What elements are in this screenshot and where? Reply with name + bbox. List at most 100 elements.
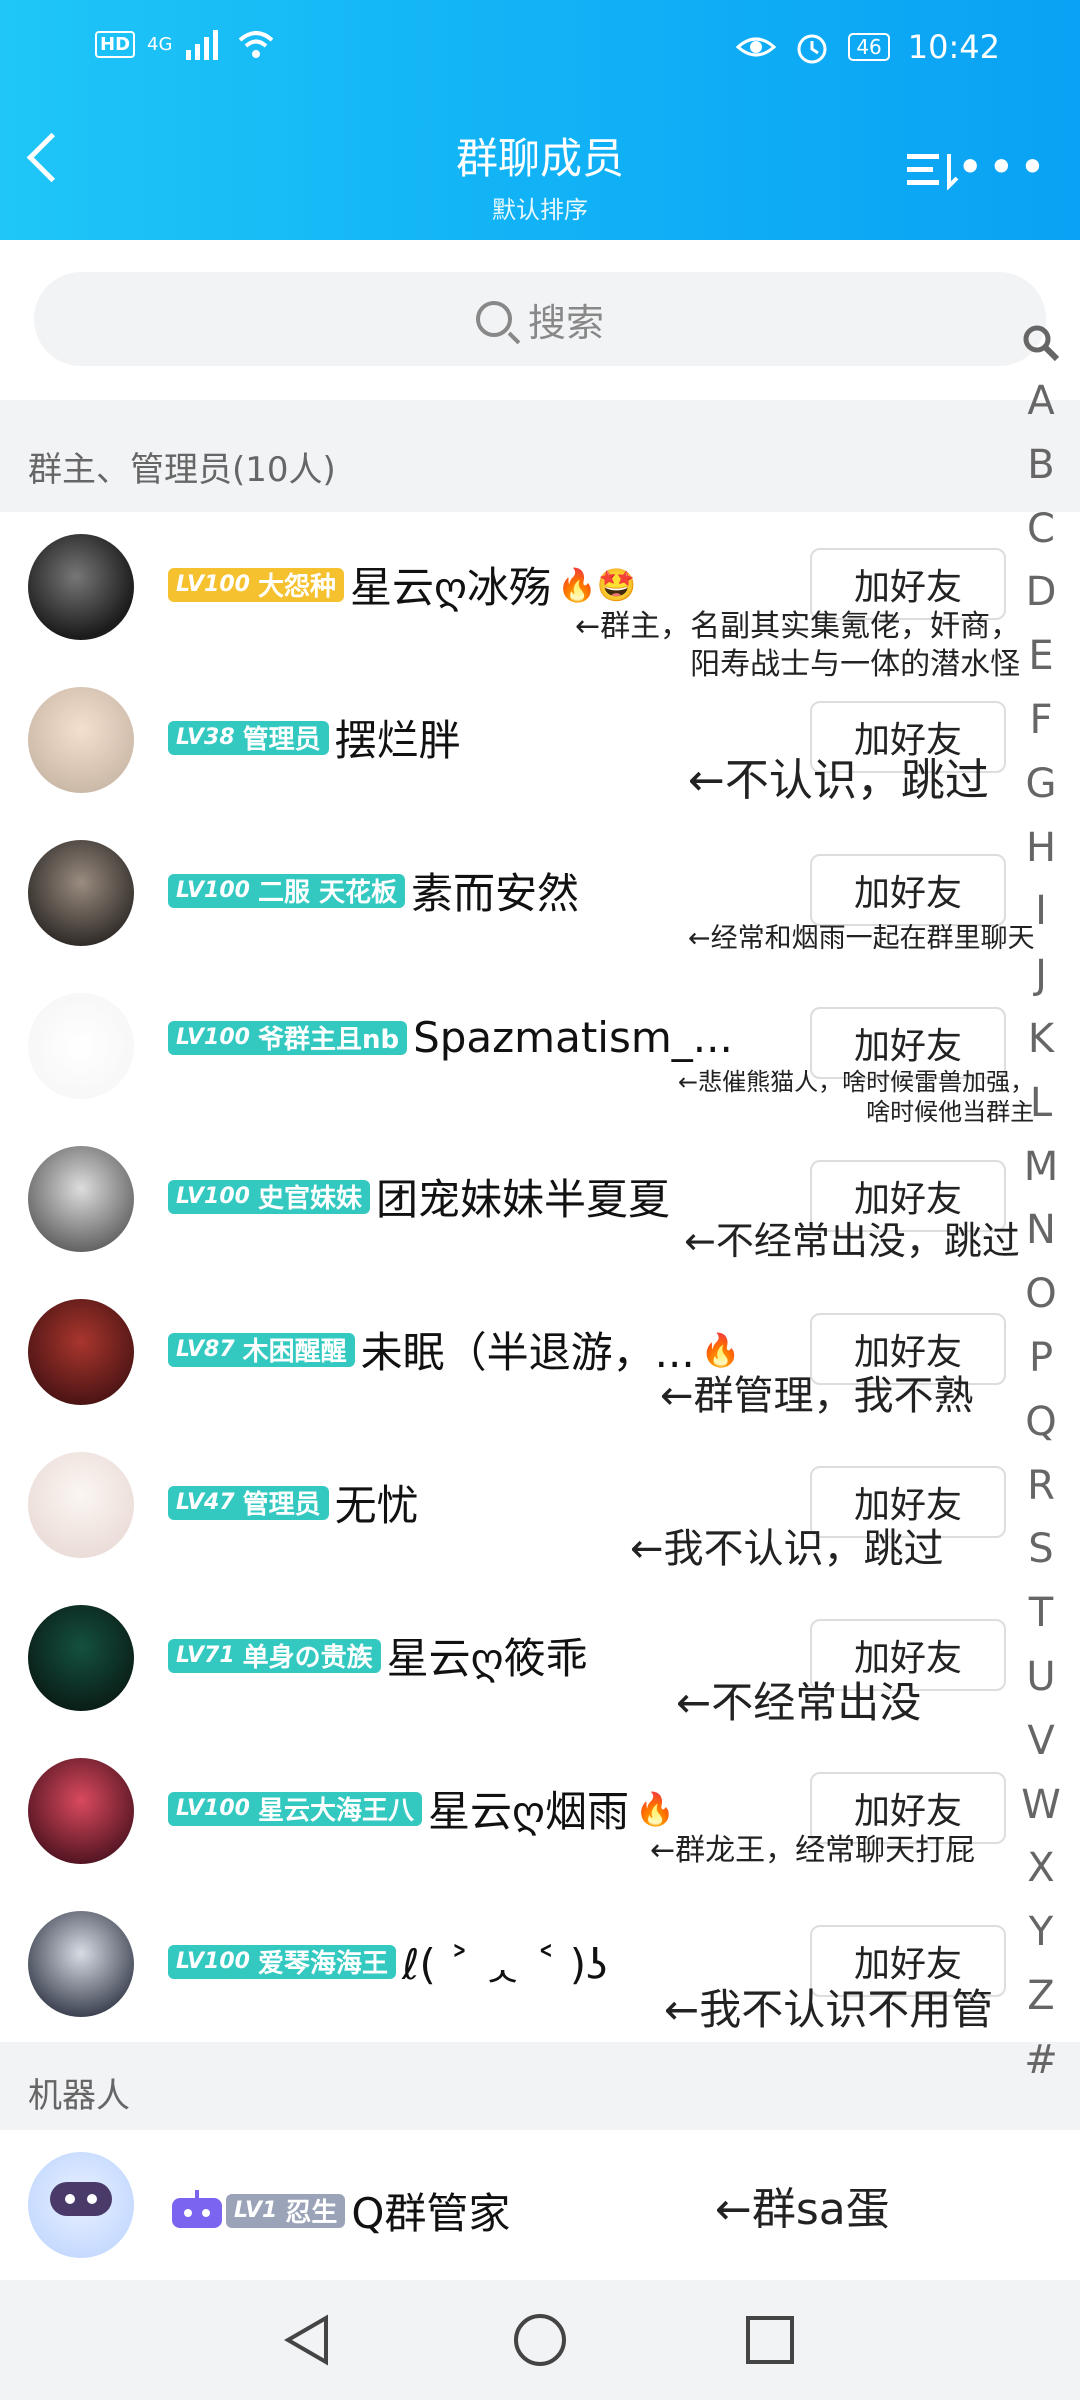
member-row[interactable]: LV100 爱琴海海王 ℓ( ˃ ᆺ ˂ )ʖ 加好友 ←我不认识不用管 [0, 1889, 1080, 2042]
index-letter[interactable]: H [1016, 817, 1066, 881]
member-level-badge: LV100 二服 天花板 [168, 873, 406, 908]
member-list: LV100 大怨种 星云ღ冰殇 🔥🤩 加好友 ←群主，名副其实集氪佬，奸商， 阳寿… [0, 512, 1080, 2042]
member-row[interactable]: LV100 二服 天花板 素而安然 加好友 ←经常和烟雨一起在群里聊天 [0, 818, 1080, 971]
member-avatar[interactable] [28, 1452, 134, 1558]
index-letter[interactable]: # [1016, 2029, 1066, 2093]
member-level-badge: LV100 史官妹妹 [168, 1179, 370, 1214]
more-icon[interactable]: ••• [957, 144, 1050, 190]
index-letter[interactable]: I [1016, 880, 1066, 944]
member-name: 星云ღ烟雨 [427, 1787, 629, 1836]
member-avatar[interactable] [28, 840, 134, 946]
search-input[interactable]: 搜索 [34, 272, 1046, 366]
sort-mode-label[interactable]: 默认排序 [0, 190, 1080, 225]
member-name: 素而安然 [411, 869, 580, 918]
member-avatar[interactable] [28, 534, 134, 640]
member-avatar[interactable] [28, 1911, 134, 2017]
add-friend-button[interactable]: 加好友 [810, 854, 1006, 926]
member-name: Spazmatism_... [413, 1013, 733, 1062]
member-row[interactable]: LV100 大怨种 星云ღ冰殇 🔥🤩 加好友 ←群主，名副其实集氪佬，奸商， 阳寿… [0, 512, 1080, 682]
member-name: 团宠妹妹半夏夏 [375, 1175, 670, 1224]
index-letter[interactable]: Q [1016, 1391, 1066, 1455]
index-letter[interactable]: W [1016, 1774, 1066, 1838]
member-level-badge: LV100 星云大海王八 [168, 1791, 422, 1826]
eye-icon [736, 37, 777, 57]
member-emoji: 🔥 [635, 1789, 675, 1828]
bot-level-badge: LV1 忍生 [226, 2193, 346, 2228]
member-row[interactable]: LV47 管理员 无忧 加好友 ←我不认识，跳过 [0, 1430, 1080, 1583]
member-row[interactable]: LV38 管理员 摆烂胖 加好友 ←不认识，跳过 [0, 665, 1080, 818]
index-search-icon[interactable] [1020, 322, 1062, 364]
index-letter[interactable]: S [1016, 1518, 1066, 1582]
index-letter[interactable]: X [1016, 1837, 1066, 1901]
index-letter[interactable]: M [1016, 1136, 1066, 1200]
member-note: ←我不认识不用管 [664, 1985, 994, 2034]
bot-avatar [28, 2152, 134, 2258]
member-level-badge: LV100 爷群主且nb [168, 1020, 408, 1055]
member-row[interactable]: LV71 单身の贵族 星云ღ筱乖 加好友 ←不经常出没 [0, 1583, 1080, 1736]
member-note: ←不认识，跳过 [688, 755, 989, 806]
search-area: 搜索 [0, 240, 1080, 400]
index-letter[interactable]: V [1016, 1710, 1066, 1774]
member-name: 未眠（半退游，... [360, 1328, 695, 1377]
member-row[interactable]: LV100 爷群主且nb Spazmatism_... 加好友 ←悲催熊猫人，啥时… [0, 971, 1080, 1126]
network-label: 4G [147, 33, 173, 55]
member-name: 摆烂胖 [334, 716, 461, 765]
index-letter[interactable]: O [1016, 1263, 1066, 1327]
member-note: ←我不认识，跳过 [630, 1526, 944, 1572]
index-letter[interactable]: T [1016, 1582, 1066, 1646]
bot-note: ←群sa蛋 [715, 2184, 890, 2235]
member-avatar[interactable] [28, 993, 134, 1099]
bots-section-header: 机器人 [28, 2076, 130, 2116]
member-avatar[interactable] [28, 1146, 134, 1252]
index-letter[interactable]: C [1016, 498, 1066, 562]
alphabet-index[interactable]: A B C D E F G H I J K L M N O P Q R S T U V W X Y Z # [1016, 325, 1066, 2093]
member-avatar[interactable] [28, 687, 134, 793]
index-letter[interactable]: L [1016, 1072, 1066, 1136]
member-name: 星云ღ冰殇 [349, 563, 551, 612]
bot-name: Q群管家 [351, 2189, 511, 2238]
member-level-badge: LV100 大怨种 [168, 567, 344, 602]
member-note: ←不经常出没，跳过 [684, 1219, 1020, 1263]
header-bar: HD 4G 46 10:42 群聊成员 默认排序 ••• [0, 0, 1080, 240]
nav-back-icon[interactable] [278, 2310, 338, 2370]
search-icon [475, 301, 512, 337]
index-letter[interactable]: A [1016, 370, 1066, 434]
member-avatar[interactable] [28, 1758, 134, 1864]
search-placeholder: 搜索 [527, 300, 604, 345]
index-letter[interactable]: F [1016, 689, 1066, 753]
member-level-badge: LV87 木困醒醒 [168, 1332, 355, 1367]
system-nav-bar [0, 2280, 1080, 2400]
index-letter[interactable]: E [1016, 625, 1066, 689]
index-letter[interactable]: N [1016, 1199, 1066, 1263]
member-note: ←群龙王，经常聊天打屁 [650, 1833, 976, 1868]
index-letter[interactable]: Z [1016, 1965, 1066, 2029]
member-row[interactable]: LV100 星云大海王八 星云ღ烟雨 🔥 加好友 ←群龙王，经常聊天打屁 [0, 1736, 1080, 1889]
member-name: 无忧 [334, 1481, 419, 1530]
index-letter[interactable]: J [1016, 944, 1066, 1008]
index-letter[interactable]: D [1016, 561, 1066, 625]
member-note: ←悲催熊猫人，啥时候雷兽加强， 啥时候他当群主 [678, 1068, 1035, 1126]
admins-section-header: 群主、管理员(10人) [28, 450, 336, 490]
member-row[interactable]: LV87 木困醒醒 未眠（半退游，... 🔥 加好友 ←群管理，我不熟 [0, 1277, 1080, 1430]
nav-home-icon[interactable] [510, 2310, 570, 2370]
hd-indicator: HD [95, 30, 136, 58]
member-avatar[interactable] [28, 1605, 134, 1711]
member-emoji: 🔥🤩 [557, 565, 637, 604]
member-note: ←经常和烟雨一起在群里聊天 [688, 923, 1035, 954]
member-name: 星云ღ筱乖 [386, 1634, 588, 1683]
bot-row[interactable]: LV1 忍生 Q群管家 ←群sa蛋 [0, 2130, 1080, 2280]
signal-icon [186, 30, 219, 60]
index-letter[interactable]: G [1016, 753, 1066, 817]
index-letter[interactable]: R [1016, 1455, 1066, 1519]
index-letter[interactable]: Y [1016, 1901, 1066, 1965]
index-letter[interactable]: P [1016, 1327, 1066, 1391]
member-avatar[interactable] [28, 1299, 134, 1405]
index-letter[interactable]: B [1016, 434, 1066, 498]
member-level-badge: LV71 单身の贵族 [168, 1638, 381, 1673]
index-letter[interactable]: U [1016, 1646, 1066, 1710]
alarm-icon [797, 34, 827, 64]
index-letter[interactable]: K [1016, 1008, 1066, 1072]
nav-recent-icon[interactable] [740, 2310, 800, 2370]
member-emoji: 🔥 [700, 1330, 741, 1369]
member-row[interactable]: LV100 史官妹妹 团宠妹妹半夏夏 加好友 ←不经常出没，跳过 [0, 1124, 1080, 1277]
